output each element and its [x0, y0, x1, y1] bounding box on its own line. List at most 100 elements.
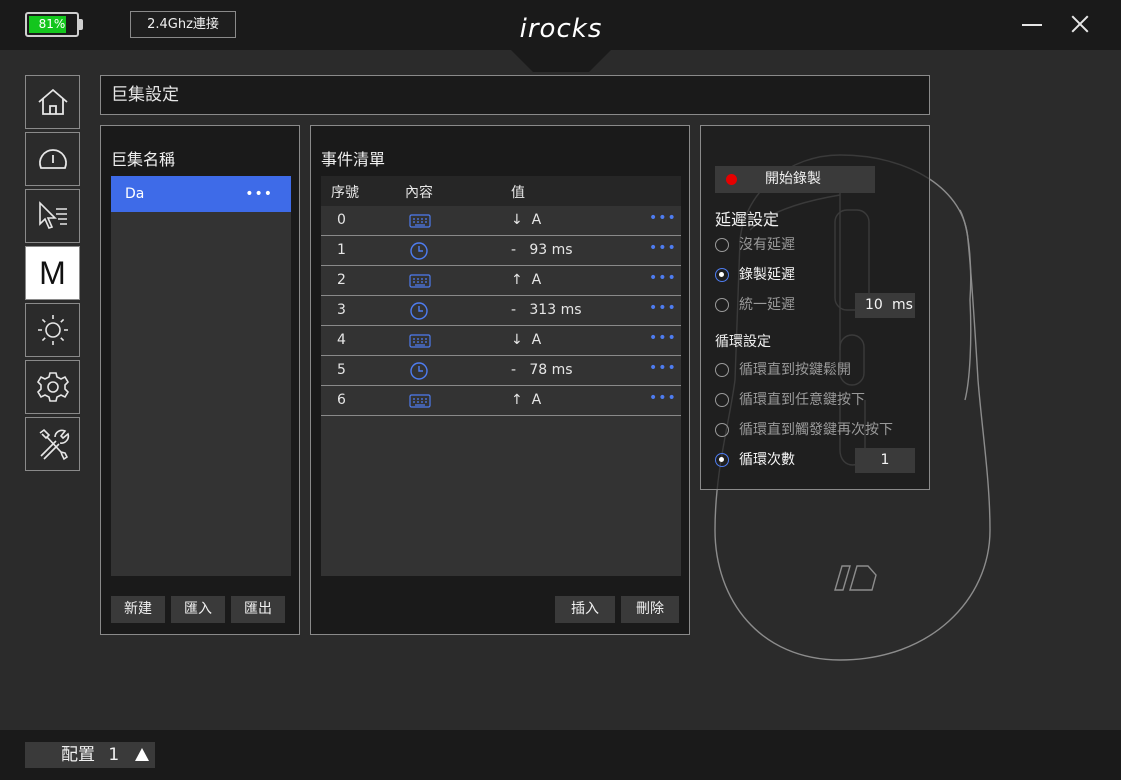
sidebar-button-assign[interactable] — [25, 189, 80, 243]
loop-option-label: 循環直到按鍵鬆開 — [739, 362, 851, 378]
profile-number: 1 — [108, 745, 120, 765]
macro-item-menu-button[interactable]: ••• — [245, 176, 273, 212]
event-value: ↑ A — [511, 272, 542, 288]
radio-button-selected[interactable] — [715, 453, 729, 467]
event-row-menu-button[interactable]: ••• — [649, 360, 677, 376]
triangle-up-icon[interactable] — [135, 748, 149, 761]
event-index: 4 — [337, 332, 346, 348]
top-bar: 81% 2.4Ghz連接 irocks — [0, 0, 1121, 50]
keyboard-icon — [409, 213, 431, 233]
delay-option-label: 統一延遲 — [739, 297, 795, 313]
export-macro-button[interactable]: 匯出 — [231, 596, 285, 623]
column-value: 值 — [511, 185, 525, 201]
event-table: 序號 內容 值 0 ↓ A ••• 1 - 93 ms ••• 2 ↑ A ••• 3 - 313 … — [321, 176, 681, 576]
macro-list: Da ••• — [111, 176, 291, 576]
event-row-menu-button[interactable]: ••• — [649, 240, 677, 256]
event-row-menu-button[interactable]: ••• — [649, 330, 677, 346]
column-index: 序號 — [331, 185, 359, 201]
battery-indicator: 81% — [25, 12, 79, 37]
record-dot-icon — [726, 174, 737, 185]
macro-item-name: Da — [125, 186, 145, 202]
event-table-header: 序號 內容 值 — [321, 176, 681, 206]
event-row[interactable]: 5 - 78 ms ••• — [321, 356, 681, 386]
import-macro-button[interactable]: 匯入 — [171, 596, 225, 623]
profile-label: 配置 — [61, 745, 95, 765]
radio-button[interactable] — [715, 393, 729, 407]
home-icon — [37, 88, 68, 115]
close-button[interactable] — [1068, 12, 1092, 36]
page-title: 巨集設定 — [100, 75, 930, 115]
loop-option-label: 循環直到任意鍵按下 — [739, 392, 865, 408]
event-row-menu-button[interactable]: ••• — [649, 300, 677, 316]
sidebar-performance-button[interactable] — [25, 132, 80, 186]
insert-event-button[interactable]: 插入 — [555, 596, 615, 623]
event-index: 2 — [337, 272, 346, 288]
event-row[interactable]: 0 ↓ A ••• — [321, 206, 681, 236]
radio-button[interactable] — [715, 423, 729, 437]
radio-button[interactable] — [715, 238, 729, 252]
event-index: 5 — [337, 362, 346, 378]
event-panel-title: 事件清單 — [321, 150, 386, 169]
event-value: - 313 ms — [511, 302, 582, 318]
tools-icon — [39, 428, 69, 461]
event-value: ↓ A — [511, 212, 542, 228]
battery-cap — [79, 19, 83, 30]
loop-option-label: 循環次數 — [739, 452, 795, 468]
event-row[interactable]: 2 ↑ A ••• — [321, 266, 681, 296]
brand-logo: irocks — [519, 14, 603, 44]
event-row[interactable]: 1 - 93 ms ••• — [321, 236, 681, 266]
event-index: 0 — [337, 212, 346, 228]
clock-icon — [409, 241, 429, 265]
event-value: - 93 ms — [511, 242, 573, 258]
clock-icon — [409, 361, 429, 385]
new-macro-button[interactable]: 新建 — [111, 596, 165, 623]
macro-panel-title: 巨集名稱 — [111, 150, 176, 169]
sidebar-settings-button[interactable] — [25, 360, 80, 414]
settings-gear-icon — [36, 372, 69, 402]
event-row[interactable]: 4 ↓ A ••• — [321, 326, 681, 356]
record-settings-panel: 開始錄製 延遲設定 沒有延遲 錄製延遲 統一延遲 10 ms 循環設定 循環直到… — [700, 125, 930, 490]
loop-option-label: 循環直到觸發鍵再次按下 — [739, 422, 893, 438]
button-assign-icon — [38, 201, 67, 229]
profile-selector[interactable]: 配置 1 — [25, 742, 155, 768]
event-row-menu-button[interactable]: ••• — [649, 210, 677, 226]
macro-icon: M — [39, 254, 66, 291]
sidebar-macro-button[interactable]: M — [25, 246, 80, 300]
radio-button-selected[interactable] — [715, 268, 729, 282]
event-list-panel: 事件清單 序號 內容 值 0 ↓ A ••• 1 - 93 ms ••• 2 ↑ A ••• 3 -… — [310, 125, 690, 635]
event-index: 6 — [337, 392, 346, 408]
minimize-button[interactable] — [1020, 12, 1044, 36]
connection-mode-label: 2.4Ghz連接 — [130, 11, 236, 38]
uniform-delay-input[interactable]: 10 ms — [855, 293, 915, 318]
performance-gauge-icon — [38, 149, 67, 169]
loop-count-input[interactable]: 1 — [855, 448, 915, 473]
event-row[interactable]: 3 - 313 ms ••• — [321, 296, 681, 326]
event-index: 1 — [337, 242, 346, 258]
sidebar-tools-button[interactable] — [25, 417, 80, 471]
keyboard-icon — [409, 393, 431, 413]
radio-button[interactable] — [715, 298, 729, 312]
clock-icon — [409, 301, 429, 325]
bottom-bar: 配置 1 — [0, 730, 1121, 780]
sidebar-home-button[interactable] — [25, 75, 80, 129]
event-value: ↓ A — [511, 332, 542, 348]
delete-event-button[interactable]: 刪除 — [621, 596, 679, 623]
event-row[interactable]: 6 ↑ A ••• — [321, 386, 681, 416]
macro-name-panel: 巨集名稱 Da ••• 新建 匯入 匯出 — [100, 125, 300, 635]
radio-button[interactable] — [715, 363, 729, 377]
sidebar-lighting-button[interactable] — [25, 303, 80, 357]
uniform-delay-value: 10 — [865, 297, 883, 313]
start-recording-label: 開始錄製 — [765, 171, 821, 187]
battery-percentage: 81% — [38, 17, 66, 31]
column-content: 內容 — [405, 185, 433, 201]
delay-option-label: 錄製延遲 — [739, 267, 795, 283]
event-value: ↑ A — [511, 392, 542, 408]
lighting-icon — [37, 315, 68, 345]
top-notch — [511, 50, 611, 72]
event-row-menu-button[interactable]: ••• — [649, 270, 677, 286]
start-recording-button[interactable]: 開始錄製 — [715, 166, 875, 193]
delay-settings-title: 延遲設定 — [715, 210, 780, 229]
keyboard-icon — [409, 273, 431, 293]
event-row-menu-button[interactable]: ••• — [649, 390, 677, 406]
macro-list-item[interactable]: Da ••• — [111, 176, 291, 212]
